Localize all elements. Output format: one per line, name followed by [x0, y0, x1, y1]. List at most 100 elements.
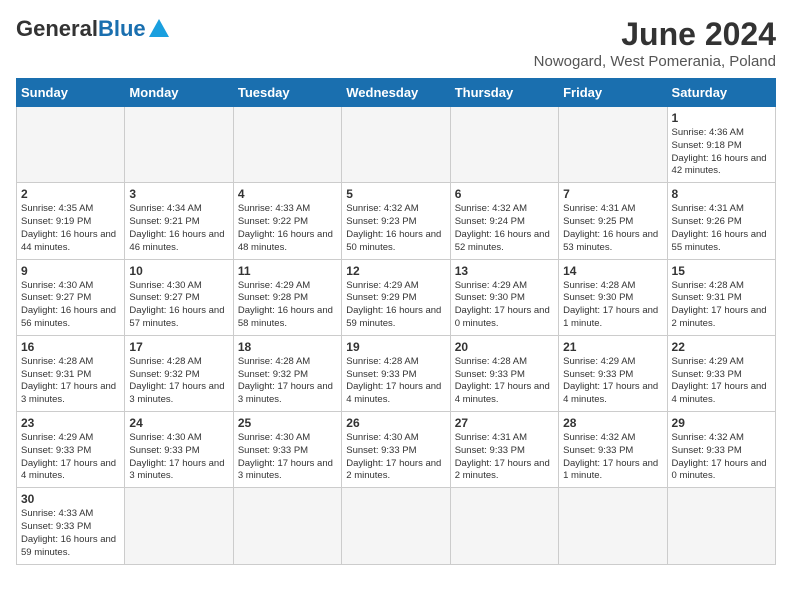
calendar-day-cell: 22 Sunrise: 4:29 AM Sunset: 9:33 PM Dayli… [667, 335, 775, 411]
calendar-day-cell: 10Sunrise: 4:30 AM Sunset: 9:27 PM Dayli… [125, 259, 233, 335]
calendar-week-row: 9 Sunrise: 4:30 AM Sunset: 9:27 PM Daylig… [17, 259, 776, 335]
logo-blue-text: Blue [98, 16, 146, 42]
calendar-day-cell [233, 488, 341, 564]
calendar-day-cell [342, 488, 450, 564]
day-info-text: Sunrise: 4:29 AM Sunset: 9:28 PM Dayligh… [238, 280, 337, 331]
calendar-day-cell: 3Sunrise: 4:34 AM Sunset: 9:21 PM Daylig… [125, 183, 233, 259]
calendar-day-cell: 21 Sunrise: 4:29 AM Sunset: 9:33 PM Dayli… [559, 335, 667, 411]
day-info-text: Sunrise: 4:29 AM Sunset: 9:29 PM Dayligh… [346, 280, 445, 331]
calendar-day-cell: 23 Sunrise: 4:29 AM Sunset: 9:33 PM Dayli… [17, 412, 125, 488]
day-number: 11 [238, 264, 337, 278]
day-info-text: Sunrise: 4:33 AM Sunset: 9:22 PM Dayligh… [238, 203, 337, 254]
day-info-text: Sunrise: 4:29 AM Sunset: 9:33 PM Dayligh… [672, 356, 771, 407]
calendar-header-sunday: Sunday [17, 79, 125, 107]
day-info-text: Sunrise: 4:28 AM Sunset: 9:31 PM Dayligh… [21, 356, 120, 407]
calendar-week-row: 23 Sunrise: 4:29 AM Sunset: 9:33 PM Dayli… [17, 412, 776, 488]
calendar-header-tuesday: Tuesday [233, 79, 341, 107]
day-info-text: Sunrise: 4:34 AM Sunset: 9:21 PM Dayligh… [129, 203, 228, 254]
calendar-day-cell: 9 Sunrise: 4:30 AM Sunset: 9:27 PM Daylig… [17, 259, 125, 335]
day-info-text: Sunrise: 4:30 AM Sunset: 9:33 PM Dayligh… [238, 432, 337, 483]
day-number: 6 [455, 187, 554, 201]
day-number: 17 [129, 340, 228, 354]
day-number: 7 [563, 187, 662, 201]
day-info-text: Sunrise: 4:30 AM Sunset: 9:27 PM Dayligh… [21, 280, 120, 331]
day-number: 21 [563, 340, 662, 354]
calendar-day-cell: 20 Sunrise: 4:28 AM Sunset: 9:33 PM Dayli… [450, 335, 558, 411]
calendar-day-cell: 25Sunrise: 4:30 AM Sunset: 9:33 PM Dayli… [233, 412, 341, 488]
month-title: June 2024 [534, 16, 776, 53]
day-number: 1 [672, 111, 771, 125]
calendar-day-cell [233, 107, 341, 183]
calendar-day-cell: 27 Sunrise: 4:31 AM Sunset: 9:33 PM Dayli… [450, 412, 558, 488]
calendar-day-cell [17, 107, 125, 183]
day-number: 13 [455, 264, 554, 278]
day-number: 20 [455, 340, 554, 354]
calendar-day-cell [559, 107, 667, 183]
calendar-header-saturday: Saturday [667, 79, 775, 107]
calendar-day-cell: 12 Sunrise: 4:29 AM Sunset: 9:29 PM Dayli… [342, 259, 450, 335]
logo: General Blue [16, 16, 169, 42]
calendar-day-cell: 11 Sunrise: 4:29 AM Sunset: 9:28 PM Dayli… [233, 259, 341, 335]
day-info-text: Sunrise: 4:31 AM Sunset: 9:25 PM Dayligh… [563, 203, 662, 254]
calendar-week-row: 1 Sunrise: 4:36 AM Sunset: 9:18 PM Daylig… [17, 107, 776, 183]
day-info-text: Sunrise: 4:32 AM Sunset: 9:33 PM Dayligh… [672, 432, 771, 483]
day-number: 12 [346, 264, 445, 278]
calendar-day-cell [342, 107, 450, 183]
day-info-text: Sunrise: 4:36 AM Sunset: 9:18 PM Dayligh… [672, 127, 771, 178]
calendar-day-cell [125, 107, 233, 183]
day-number: 23 [21, 416, 120, 430]
day-number: 8 [672, 187, 771, 201]
calendar-day-cell: 19 Sunrise: 4:28 AM Sunset: 9:33 PM Dayli… [342, 335, 450, 411]
day-number: 27 [455, 416, 554, 430]
calendar-day-cell: 2Sunrise: 4:35 AM Sunset: 9:19 PM Daylig… [17, 183, 125, 259]
calendar-day-cell: 7 Sunrise: 4:31 AM Sunset: 9:25 PM Daylig… [559, 183, 667, 259]
calendar-day-cell: 15Sunrise: 4:28 AM Sunset: 9:31 PM Dayli… [667, 259, 775, 335]
calendar-day-cell [450, 488, 558, 564]
day-info-text: Sunrise: 4:35 AM Sunset: 9:19 PM Dayligh… [21, 203, 120, 254]
day-number: 18 [238, 340, 337, 354]
calendar-day-cell: 13 Sunrise: 4:29 AM Sunset: 9:30 PM Dayli… [450, 259, 558, 335]
day-number: 29 [672, 416, 771, 430]
day-info-text: Sunrise: 4:29 AM Sunset: 9:30 PM Dayligh… [455, 280, 554, 331]
calendar-day-cell: 4 Sunrise: 4:33 AM Sunset: 9:22 PM Daylig… [233, 183, 341, 259]
day-number: 5 [346, 187, 445, 201]
day-info-text: Sunrise: 4:33 AM Sunset: 9:33 PM Dayligh… [21, 508, 120, 559]
day-number: 16 [21, 340, 120, 354]
calendar-day-cell [559, 488, 667, 564]
day-number: 4 [238, 187, 337, 201]
calendar-day-cell [125, 488, 233, 564]
day-info-text: Sunrise: 4:28 AM Sunset: 9:30 PM Dayligh… [563, 280, 662, 331]
day-info-text: Sunrise: 4:32 AM Sunset: 9:24 PM Dayligh… [455, 203, 554, 254]
day-info-text: Sunrise: 4:28 AM Sunset: 9:33 PM Dayligh… [455, 356, 554, 407]
day-info-text: Sunrise: 4:29 AM Sunset: 9:33 PM Dayligh… [563, 356, 662, 407]
calendar-day-cell: 30Sunrise: 4:33 AM Sunset: 9:33 PM Dayli… [17, 488, 125, 564]
day-number: 22 [672, 340, 771, 354]
calendar-week-row: 2Sunrise: 4:35 AM Sunset: 9:19 PM Daylig… [17, 183, 776, 259]
day-number: 9 [21, 264, 120, 278]
day-number: 28 [563, 416, 662, 430]
logo-triangle-icon [149, 19, 169, 37]
header: General Blue June 2024 Nowogard, West Po… [16, 16, 776, 70]
day-info-text: Sunrise: 4:32 AM Sunset: 9:33 PM Dayligh… [563, 432, 662, 483]
calendar-header-wednesday: Wednesday [342, 79, 450, 107]
day-info-text: Sunrise: 4:31 AM Sunset: 9:26 PM Dayligh… [672, 203, 771, 254]
calendar-week-row: 16 Sunrise: 4:28 AM Sunset: 9:31 PM Dayli… [17, 335, 776, 411]
day-info-text: Sunrise: 4:30 AM Sunset: 9:33 PM Dayligh… [346, 432, 445, 483]
day-number: 19 [346, 340, 445, 354]
calendar-day-cell: 28 Sunrise: 4:32 AM Sunset: 9:33 PM Dayli… [559, 412, 667, 488]
calendar-day-cell: 5Sunrise: 4:32 AM Sunset: 9:23 PM Daylig… [342, 183, 450, 259]
calendar-day-cell: 6 Sunrise: 4:32 AM Sunset: 9:24 PM Daylig… [450, 183, 558, 259]
day-info-text: Sunrise: 4:31 AM Sunset: 9:33 PM Dayligh… [455, 432, 554, 483]
calendar-table: SundayMondayTuesdayWednesdayThursdayFrid… [16, 78, 776, 565]
calendar-day-cell: 18Sunrise: 4:28 AM Sunset: 9:32 PM Dayli… [233, 335, 341, 411]
day-info-text: Sunrise: 4:28 AM Sunset: 9:33 PM Dayligh… [346, 356, 445, 407]
calendar-day-cell: 8 Sunrise: 4:31 AM Sunset: 9:26 PM Daylig… [667, 183, 775, 259]
calendar-day-cell: 29 Sunrise: 4:32 AM Sunset: 9:33 PM Dayli… [667, 412, 775, 488]
day-info-text: Sunrise: 4:30 AM Sunset: 9:27 PM Dayligh… [129, 280, 228, 331]
day-info-text: Sunrise: 4:30 AM Sunset: 9:33 PM Dayligh… [129, 432, 228, 483]
calendar-week-row: 30Sunrise: 4:33 AM Sunset: 9:33 PM Dayli… [17, 488, 776, 564]
calendar-day-cell: 17Sunrise: 4:28 AM Sunset: 9:32 PM Dayli… [125, 335, 233, 411]
day-number: 14 [563, 264, 662, 278]
day-info-text: Sunrise: 4:29 AM Sunset: 9:33 PM Dayligh… [21, 432, 120, 483]
calendar-header-row: SundayMondayTuesdayWednesdayThursdayFrid… [17, 79, 776, 107]
